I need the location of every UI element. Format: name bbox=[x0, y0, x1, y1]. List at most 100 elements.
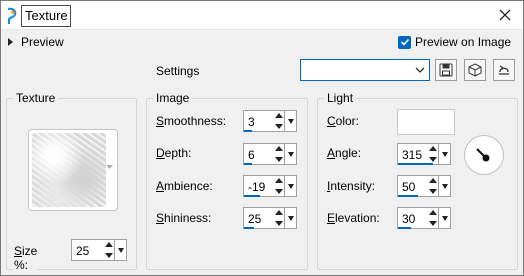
preview-toggle[interactable]: Preview bbox=[21, 35, 64, 49]
elevation-value: 30 bbox=[402, 212, 416, 226]
angle-dropdown-button[interactable] bbox=[438, 144, 450, 164]
smoothness-slider-fill bbox=[244, 130, 252, 132]
size-updown[interactable] bbox=[104, 241, 114, 259]
shininess-value: 25 bbox=[248, 212, 262, 226]
spin-up-icon[interactable] bbox=[429, 209, 437, 215]
ambience-slider-fill bbox=[244, 195, 260, 197]
spin-down-icon[interactable] bbox=[275, 124, 283, 130]
settings-row: Settings bbox=[1, 55, 523, 87]
light-group-label: Light bbox=[324, 91, 357, 105]
spin-down-icon[interactable] bbox=[429, 189, 437, 195]
caret-down-icon bbox=[441, 152, 448, 157]
spin-up-icon[interactable] bbox=[429, 145, 437, 151]
spin-up-icon[interactable] bbox=[275, 177, 283, 183]
depth-updown[interactable] bbox=[274, 145, 284, 163]
spin-down-icon[interactable] bbox=[275, 221, 283, 227]
ambience-value: -19 bbox=[248, 180, 266, 194]
shininess-updown[interactable] bbox=[274, 209, 284, 227]
depth-dropdown-button[interactable] bbox=[284, 144, 296, 164]
intensity-slider-fill bbox=[398, 195, 418, 197]
angle-dial[interactable] bbox=[464, 135, 504, 175]
color-label: Color: bbox=[327, 114, 360, 128]
caret-down-icon bbox=[117, 248, 124, 253]
ambience-spinbox[interactable]: -19 bbox=[243, 175, 297, 197]
manage-presets-icon bbox=[468, 63, 482, 77]
intensity-label: Intensity: bbox=[327, 179, 376, 193]
ambience-dropdown-button[interactable] bbox=[284, 176, 296, 196]
intensity-dropdown-button[interactable] bbox=[438, 176, 450, 196]
elevation-slider-fill bbox=[398, 227, 411, 229]
spin-down-icon[interactable] bbox=[275, 189, 283, 195]
app-icon bbox=[7, 7, 17, 24]
close-button[interactable] bbox=[495, 5, 515, 25]
size-value: 25 bbox=[76, 244, 90, 258]
elevation-dropdown-button[interactable] bbox=[438, 208, 450, 228]
save-icon bbox=[439, 63, 453, 77]
depth-label: Depth: bbox=[156, 146, 192, 160]
angle-dial-icon bbox=[476, 148, 490, 162]
light-color-swatch[interactable] bbox=[397, 109, 455, 135]
smoothness-updown[interactable] bbox=[274, 112, 284, 130]
size-spinbox[interactable]: 25 bbox=[71, 239, 127, 261]
window-title: Texture bbox=[21, 5, 71, 27]
depth-value: 6 bbox=[248, 148, 255, 162]
angle-spinbox[interactable]: 315 bbox=[397, 143, 451, 165]
spin-up-icon[interactable] bbox=[275, 112, 283, 118]
reset-icon bbox=[499, 65, 509, 75]
texture-picker[interactable] bbox=[28, 129, 118, 211]
texture-dialog: Texture Preview Preview on Image Setting… bbox=[0, 0, 524, 276]
settings-label: Settings bbox=[156, 64, 200, 78]
spin-down-icon[interactable] bbox=[105, 253, 113, 259]
caret-down-icon bbox=[441, 216, 448, 221]
depth-spinbox[interactable]: 6 bbox=[243, 143, 297, 165]
shininess-spinbox[interactable]: 25 bbox=[243, 207, 297, 229]
angle-updown[interactable] bbox=[428, 145, 438, 163]
intensity-spinbox[interactable]: 50 bbox=[397, 175, 451, 197]
checkbox-checked-icon bbox=[398, 35, 411, 49]
spin-down-icon[interactable] bbox=[275, 157, 283, 163]
ambience-label: Ambience: bbox=[156, 179, 213, 193]
smoothness-spinbox[interactable]: 3 bbox=[243, 110, 297, 132]
spin-up-icon[interactable] bbox=[429, 177, 437, 183]
spin-up-icon[interactable] bbox=[105, 241, 113, 247]
texture-group-label: Texture bbox=[13, 91, 59, 105]
expand-preview-icon[interactable] bbox=[8, 38, 13, 46]
title-bar: Texture bbox=[1, 1, 523, 30]
angle-value: 315 bbox=[402, 148, 423, 162]
shininess-dropdown-button[interactable] bbox=[284, 208, 296, 228]
preview-row: Preview Preview on Image bbox=[1, 30, 523, 55]
angle-label: Angle: bbox=[327, 146, 362, 160]
smoothness-label: Smoothness: bbox=[156, 114, 227, 128]
elevation-updown[interactable] bbox=[428, 209, 438, 227]
preview-on-image-label: Preview on Image bbox=[415, 35, 512, 49]
elevation-label: Elevation: bbox=[327, 211, 380, 225]
intensity-updown[interactable] bbox=[428, 177, 438, 195]
size-dropdown-button[interactable] bbox=[114, 240, 126, 260]
elevation-spinbox[interactable]: 30 bbox=[397, 207, 451, 229]
close-icon bbox=[499, 9, 511, 21]
shininess-label: Shininess: bbox=[156, 211, 212, 225]
spin-down-icon[interactable] bbox=[429, 221, 437, 227]
spin-up-icon[interactable] bbox=[275, 209, 283, 215]
shininess-slider-fill bbox=[244, 227, 254, 229]
caret-down-icon bbox=[287, 184, 294, 189]
intensity-value: 50 bbox=[402, 180, 416, 194]
manage-presets-button[interactable] bbox=[464, 59, 486, 81]
angle-slider-fill bbox=[398, 163, 433, 165]
size-label: SSize %: bbox=[14, 244, 38, 272]
chevron-down-icon bbox=[106, 165, 113, 169]
reset-button[interactable] bbox=[493, 59, 515, 81]
caret-down-icon bbox=[287, 152, 294, 157]
image-group-label: Image bbox=[153, 91, 193, 105]
smoothness-dropdown-button[interactable] bbox=[284, 111, 296, 131]
ambience-updown[interactable] bbox=[274, 177, 284, 195]
size-label-text: Size %: bbox=[14, 244, 38, 272]
spin-up-icon[interactable] bbox=[275, 145, 283, 151]
texture-preview-image bbox=[32, 133, 106, 207]
chevron-down-icon bbox=[415, 67, 425, 73]
preview-on-image-checkbox[interactable]: Preview on Image bbox=[398, 35, 511, 49]
settings-preset-select[interactable] bbox=[300, 59, 430, 81]
save-preset-button[interactable] bbox=[435, 59, 457, 81]
smoothness-value: 3 bbox=[248, 115, 255, 129]
spin-down-icon[interactable] bbox=[429, 157, 437, 163]
